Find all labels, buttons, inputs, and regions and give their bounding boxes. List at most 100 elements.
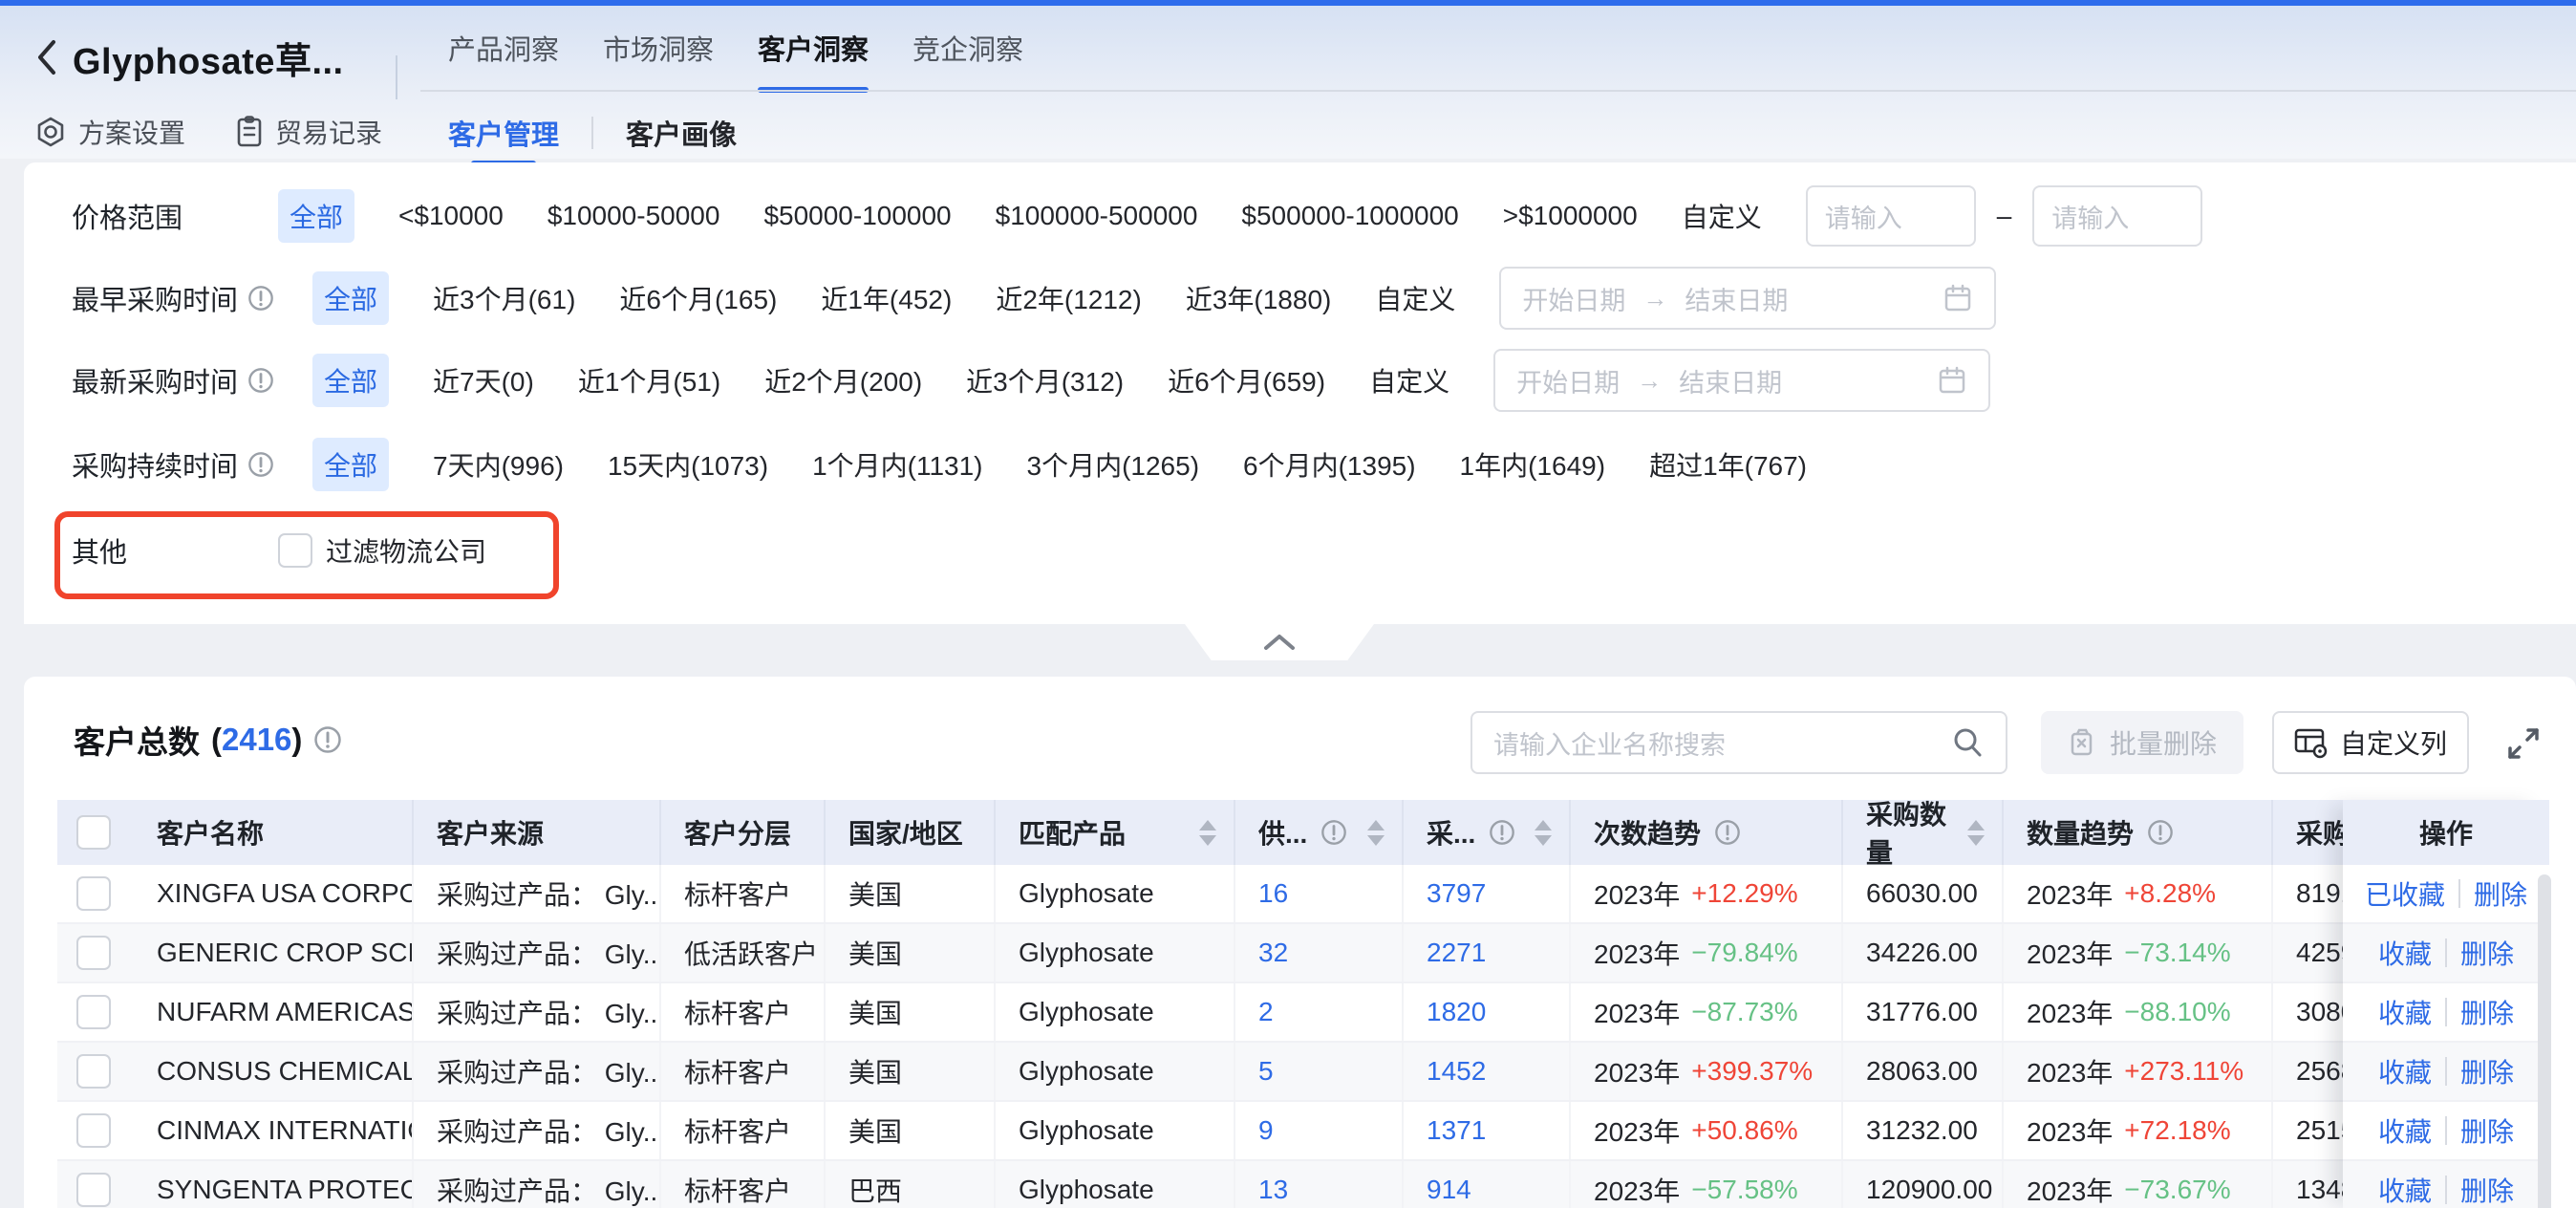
filter-option[interactable]: 超过1年(767)	[1649, 445, 1807, 484]
min-price-input[interactable]: 请输入	[1806, 185, 1976, 247]
filter-option[interactable]: 近1个月(51)	[578, 361, 720, 399]
suppliers-link[interactable]: 2	[1258, 997, 1274, 1027]
filter-option[interactable]: 3个月内(1265)	[1027, 445, 1200, 484]
filter-option[interactable]: $50000-100000	[763, 201, 951, 231]
purchases-link[interactable]: 3797	[1427, 878, 1486, 909]
collapse-filters-tab[interactable]	[1185, 624, 1374, 660]
sort-carets-icon[interactable]	[1367, 820, 1385, 846]
quick-link-1[interactable]: 方案设置	[34, 113, 185, 151]
purchases-link[interactable]: 1371	[1427, 1115, 1486, 1146]
filter-option[interactable]: $10000-50000	[547, 201, 720, 231]
cell-suppliers: 9	[1235, 1102, 1404, 1159]
trend-percent: +12.29%	[1691, 878, 1797, 909]
cell-value: 采购过产品： Gly...	[437, 934, 661, 972]
filter-option[interactable]: 全部	[312, 438, 389, 491]
purchases-link[interactable]: 1452	[1427, 1056, 1486, 1087]
filter-option[interactable]: 近2年(1212)	[996, 279, 1142, 317]
favorite-button[interactable]: 收藏	[2378, 1111, 2432, 1150]
row-checkbox[interactable]	[76, 1173, 111, 1207]
favorite-button[interactable]: 收藏	[2378, 993, 2432, 1031]
date-range-picker[interactable]: 开始日期→结束日期	[1499, 267, 1996, 330]
filter-option[interactable]: >$1000000	[1503, 201, 1638, 231]
batch-delete-button[interactable]: 批量删除	[2041, 711, 2243, 774]
company-search-input[interactable]: 请输入企业名称搜索	[1470, 711, 2007, 774]
row-checkbox[interactable]	[76, 936, 111, 970]
breadcrumb[interactable]: Glyphosate草...	[34, 31, 344, 84]
filter-option[interactable]: <$10000	[398, 201, 504, 231]
sub-tab-2[interactable]: 客户画像	[626, 105, 737, 161]
quick-link-2[interactable]: 贸易记录	[235, 113, 382, 151]
purchases-link[interactable]: 2271	[1427, 938, 1486, 968]
fullscreen-icon[interactable]	[2502, 723, 2544, 765]
filter-option[interactable]: 近6个月(659)	[1168, 361, 1325, 399]
main-tab-4[interactable]: 竞企洞察	[912, 6, 1023, 90]
delete-button[interactable]: 删除	[2460, 1111, 2514, 1150]
delete-button[interactable]: 删除	[2460, 1171, 2514, 1208]
filter-option[interactable]: 全部	[312, 271, 389, 325]
row-checkbox[interactable]	[76, 1054, 111, 1089]
filter-option[interactable]: 近3个月(312)	[966, 361, 1124, 399]
favorite-button[interactable]: 收藏	[2378, 1171, 2432, 1208]
main-tab-3[interactable]: 客户洞察	[758, 6, 869, 90]
sort-carets-icon[interactable]	[1535, 820, 1552, 846]
max-price-input[interactable]: 请输入	[2032, 185, 2202, 247]
main-tab-2[interactable]: 市场洞察	[603, 6, 714, 90]
column-header-purchases[interactable]: 采...	[1404, 800, 1571, 865]
filter-custom-option[interactable]: 自定义	[1682, 197, 1762, 235]
suppliers-link[interactable]: 5	[1258, 1056, 1274, 1087]
purchases-link[interactable]: 914	[1427, 1175, 1471, 1205]
filter-option[interactable]: 近2个月(200)	[764, 361, 922, 399]
customer-table-panel: 客户总数 (2416) 请输入企业名称搜索 批量删除 自定义列 客户名称客户来源…	[24, 677, 2576, 1208]
filter-option[interactable]: 1个月内(1131)	[812, 445, 982, 484]
cell-value: 31232.00	[1866, 1115, 1978, 1146]
filter-option[interactable]: 近3个月(61)	[433, 279, 575, 317]
purchases-link[interactable]: 1820	[1427, 997, 1486, 1027]
sort-carets-icon[interactable]	[1967, 820, 1985, 846]
delete-button[interactable]: 删除	[2474, 874, 2527, 913]
filter-custom-option[interactable]: 自定义	[1369, 361, 1449, 399]
filter-option[interactable]: 全部	[278, 189, 354, 243]
filter-option[interactable]: 近1年(452)	[821, 279, 952, 317]
row-checkbox[interactable]	[76, 995, 111, 1029]
favorite-button[interactable]: 已收藏	[2365, 874, 2445, 913]
delete-button[interactable]: 删除	[2460, 934, 2514, 972]
row-checkbox[interactable]	[76, 876, 111, 911]
quick-link-label: 方案设置	[78, 113, 185, 151]
back-chevron-icon[interactable]	[34, 36, 59, 78]
row-checkbox[interactable]	[76, 1113, 111, 1148]
suppliers-link[interactable]: 9	[1258, 1115, 1274, 1146]
date-range-picker[interactable]: 开始日期→结束日期	[1493, 349, 1990, 412]
favorite-button[interactable]: 收藏	[2378, 1052, 2432, 1090]
sub-tab-1[interactable]: 客户管理	[448, 105, 559, 161]
suppliers-link[interactable]: 32	[1258, 938, 1288, 968]
vertical-scrollbar[interactable]	[2538, 874, 2551, 1208]
column-header-qty[interactable]: 采购数量	[1843, 800, 2004, 865]
filter-option[interactable]: 7天内(996)	[433, 445, 564, 484]
customize-columns-button[interactable]: 自定义列	[2272, 711, 2469, 774]
filter-option[interactable]: $100000-500000	[996, 201, 1198, 231]
favorite-button[interactable]: 收藏	[2378, 934, 2432, 972]
column-header-suppliers[interactable]: 供...	[1235, 800, 1404, 865]
select-all-checkbox[interactable]	[76, 815, 111, 850]
filter-option[interactable]: $500000-1000000	[1241, 201, 1458, 231]
checkbox-icon[interactable]	[278, 533, 312, 568]
delete-button[interactable]: 删除	[2460, 1052, 2514, 1090]
suppliers-link[interactable]: 13	[1258, 1175, 1288, 1205]
table-header-row: 客户名称客户来源客户分层国家/地区匹配产品供...采...次数趋势采购数量数量趋…	[57, 800, 2534, 865]
filter-option[interactable]: 1年内(1649)	[1460, 445, 1606, 484]
filter-option[interactable]: 全部	[312, 354, 389, 407]
filter-logistics-checkbox[interactable]: 过滤物流公司	[278, 531, 486, 570]
filter-option[interactable]: 15天内(1073)	[608, 445, 768, 484]
delete-button[interactable]: 删除	[2460, 993, 2514, 1031]
filter-custom-option[interactable]: 自定义	[1375, 279, 1455, 317]
sort-carets-icon[interactable]	[1199, 820, 1216, 846]
filter-option[interactable]: 近3年(1880)	[1186, 279, 1332, 317]
filter-option[interactable]: 6个月内(1395)	[1243, 445, 1416, 484]
column-header-product[interactable]: 匹配产品	[996, 800, 1235, 865]
cell-purchases: 914	[1404, 1161, 1571, 1208]
main-tab-1[interactable]: 产品洞察	[448, 6, 559, 90]
filter-option[interactable]: 近6个月(165)	[619, 279, 777, 317]
suppliers-link[interactable]: 16	[1258, 878, 1288, 909]
search-icon[interactable]	[1950, 725, 1985, 760]
filter-option[interactable]: 近7天(0)	[433, 361, 534, 399]
